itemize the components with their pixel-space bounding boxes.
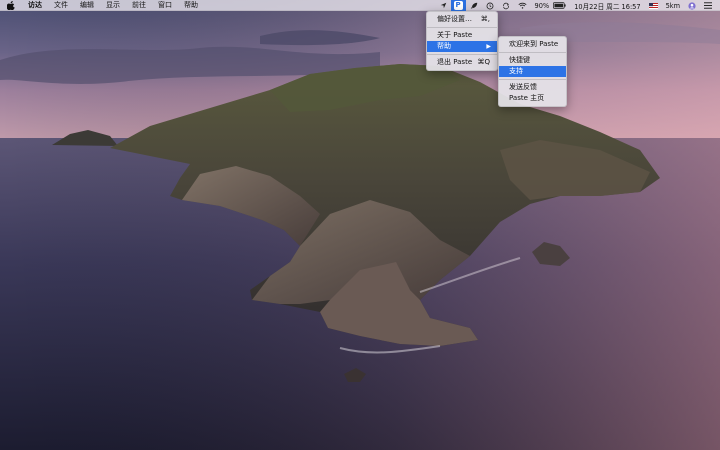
help-label: 帮助 <box>437 42 451 50</box>
apple-icon[interactable] <box>0 0 22 10</box>
menu-file[interactable]: 文件 <box>48 0 74 11</box>
preferences-label: 偏好设置… <box>437 15 472 23</box>
welcome-label: 欢迎来到 Paste <box>509 40 559 48</box>
support-menu-item[interactable]: 支持 <box>499 66 566 77</box>
notification-list-icon[interactable] <box>700 0 716 11</box>
location-arrow-icon[interactable] <box>436 0 451 11</box>
menu-edit[interactable]: 编辑 <box>74 0 100 11</box>
menu-separator <box>499 52 566 53</box>
rocket-icon[interactable] <box>466 0 482 11</box>
wifi-icon[interactable] <box>514 0 531 11</box>
paste-app-icon[interactable]: P <box>450 0 466 11</box>
welcome-menu-item[interactable]: 欢迎来到 Paste <box>499 39 566 50</box>
shortcuts-label: 快捷键 <box>509 56 530 64</box>
user-icon[interactable] <box>684 0 700 11</box>
help-menu-item[interactable]: 帮助 ▶ <box>427 41 497 52</box>
homepage-menu-item[interactable]: Paste 主页 <box>499 93 566 104</box>
submenu-arrow-icon: ▶ <box>486 43 491 50</box>
us-flag-icon[interactable] <box>645 0 662 11</box>
preferences-shortcut: ⌘, <box>480 15 490 23</box>
feedback-label: 发送反馈 <box>509 83 537 91</box>
menu-finder[interactable]: 访达 <box>22 0 48 11</box>
status-area: P 90% 10月22日 周二 16:57 5km <box>436 0 716 11</box>
feedback-menu-item[interactable]: 发送反馈 <box>499 82 566 93</box>
menu-bar: 访达 文件 编辑 显示 前往 窗口 帮助 P 90% 10月22日 周二 16:… <box>0 0 720 11</box>
quit-label: 退出 Paste <box>437 58 473 66</box>
menu-go[interactable]: 前往 <box>126 0 152 11</box>
battery-icon[interactable] <box>553 0 570 11</box>
desktop-wallpaper <box>0 0 720 450</box>
homepage-label: Paste 主页 <box>509 94 545 102</box>
preferences-menu-item[interactable]: 偏好设置… ⌘, <box>427 14 497 25</box>
menu-separator <box>427 54 497 55</box>
weather-distance[interactable]: 5km <box>662 0 684 11</box>
about-label: 关于 Paste <box>437 31 473 39</box>
sync-icon[interactable] <box>498 0 514 11</box>
clock[interactable]: 10月22日 周二 16:57 <box>570 0 644 11</box>
menu-separator <box>427 27 497 28</box>
menu-separator <box>499 79 566 80</box>
quit-shortcut: ⌘Q <box>477 58 490 66</box>
shortcuts-menu-item[interactable]: 快捷键 <box>499 55 566 66</box>
menu-view[interactable]: 显示 <box>100 0 126 11</box>
battery-percent[interactable]: 90% <box>531 0 554 11</box>
menu-help[interactable]: 帮助 <box>178 0 204 11</box>
menu-window[interactable]: 窗口 <box>152 0 178 11</box>
help-submenu: 欢迎来到 Paste 快捷键 支持 发送反馈 Paste 主页 <box>498 36 567 107</box>
time-machine-icon[interactable] <box>482 0 498 11</box>
support-label: 支持 <box>509 67 523 75</box>
quit-menu-item[interactable]: 退出 Paste ⌘Q <box>427 57 497 68</box>
paste-menu: 偏好设置… ⌘, 关于 Paste 帮助 ▶ 退出 Paste ⌘Q <box>426 11 498 71</box>
menu-bar-left: 访达 文件 编辑 显示 前往 窗口 帮助 <box>0 0 204 11</box>
about-menu-item[interactable]: 关于 Paste <box>427 30 497 41</box>
